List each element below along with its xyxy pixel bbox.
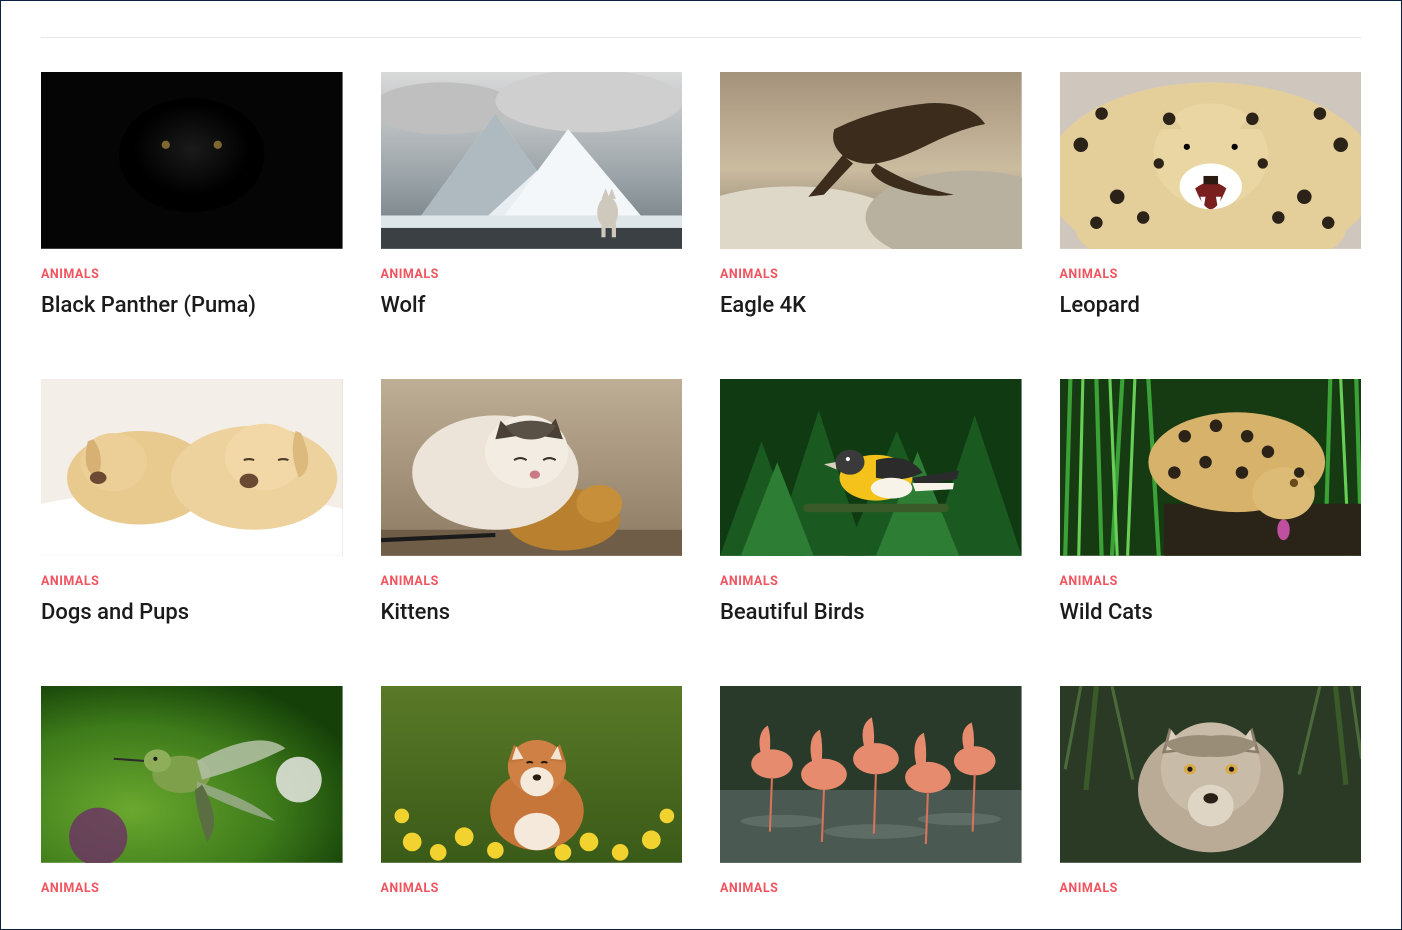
wallpaper-card: ANIMALS Beautiful Birds (720, 379, 1022, 626)
wallpaper-thumbnail[interactable] (41, 379, 343, 556)
category-link[interactable]: ANIMALS (381, 267, 439, 282)
wallpaper-card: ANIMALS Eagle 4K (720, 72, 1022, 319)
category-link[interactable]: ANIMALS (1060, 574, 1118, 589)
category-link[interactable]: ANIMALS (41, 881, 99, 896)
category-link[interactable]: ANIMALS (720, 881, 778, 896)
top-divider (41, 37, 1361, 38)
category-link[interactable]: ANIMALS (381, 574, 439, 589)
wallpaper-title[interactable]: Kittens (381, 599, 451, 627)
wallpaper-card: ANIMALS Leopard (1060, 72, 1362, 319)
wallpaper-thumbnail[interactable] (720, 686, 1022, 863)
wallpaper-card: ANIMALS (720, 686, 1022, 896)
wallpaper-thumbnail[interactable] (41, 686, 343, 863)
wallpaper-gallery: ANIMALSBlack Panther (Puma) ANIMALSWolf … (41, 72, 1361, 896)
wallpaper-title[interactable]: Wild Cats (1060, 599, 1153, 627)
wallpaper-thumbnail[interactable] (720, 379, 1022, 556)
category-link[interactable]: ANIMALS (1060, 881, 1118, 896)
category-link[interactable]: ANIMALS (1060, 267, 1118, 282)
wallpaper-card: ANIMALS (41, 686, 343, 896)
wallpaper-card: ANIMALS (381, 686, 683, 896)
wallpaper-card: ANIMALS Wild Cats (1060, 379, 1362, 626)
wallpaper-thumbnail[interactable] (720, 72, 1022, 249)
wallpaper-thumbnail[interactable] (381, 72, 683, 249)
category-link[interactable]: ANIMALS (41, 267, 99, 282)
wallpaper-thumbnail[interactable] (381, 379, 683, 556)
wallpaper-title[interactable]: Eagle 4K (720, 292, 806, 320)
wallpaper-card: ANIMALS Black Panther (Puma) (41, 72, 343, 319)
wallpaper-thumbnail[interactable] (1060, 686, 1362, 863)
wallpaper-title[interactable]: Wolf (381, 292, 426, 320)
category-link[interactable]: ANIMALS (720, 267, 778, 282)
wallpaper-card: ANIMALS Wolf (381, 72, 683, 319)
wallpaper-thumbnail[interactable] (381, 686, 683, 863)
wallpaper-card: ANIMALS Dogs and Pups (41, 379, 343, 626)
category-link[interactable]: ANIMALS (720, 574, 778, 589)
wallpaper-title[interactable]: Beautiful Birds (720, 599, 865, 627)
wallpaper-card: ANIMALS (1060, 686, 1362, 896)
wallpaper-title[interactable]: Dogs and Pups (41, 599, 189, 627)
wallpaper-thumbnail[interactable] (1060, 72, 1362, 249)
wallpaper-title[interactable]: Leopard (1060, 292, 1140, 320)
wallpaper-thumbnail[interactable] (1060, 379, 1362, 556)
category-link[interactable]: ANIMALS (381, 881, 439, 896)
wallpaper-title[interactable]: Black Panther (Puma) (41, 292, 256, 320)
wallpaper-thumbnail[interactable] (41, 72, 343, 249)
wallpaper-card: ANIMALS Kittens (381, 379, 683, 626)
category-link[interactable]: ANIMALS (41, 574, 99, 589)
